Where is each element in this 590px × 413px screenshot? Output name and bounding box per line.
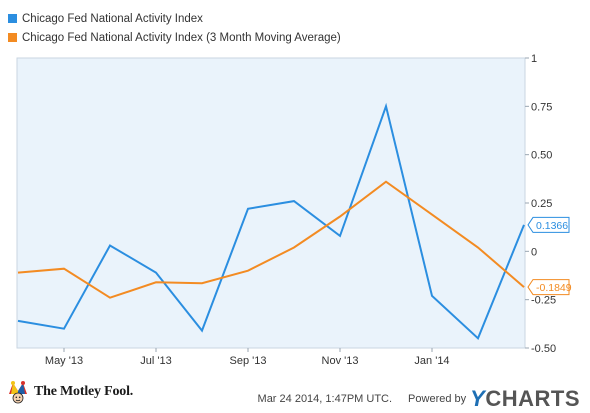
last-value-label: -0.1849 [536,282,572,294]
data-point-series-2 [477,246,479,248]
ycharts-logo-y: Y [470,386,486,411]
data-point-series-2 [293,246,295,248]
data-point-series-1 [17,320,19,322]
data-point-series-2 [109,297,111,299]
data-point-series-2 [339,215,341,217]
last-value-label: 0.1366 [536,220,568,232]
powered-by-label: Powered by [408,393,467,405]
data-point-series-2 [247,269,249,271]
jester-hat-icon [7,380,29,404]
footer: The Motley Fool. Mar 24 2014, 1:47PM UTC… [0,376,590,413]
data-point-series-1 [109,244,111,246]
y-tick-label: 0 [531,246,537,258]
y-tick-label: 0.25 [531,198,552,210]
y-tick-label: 0.50 [531,150,552,162]
timestamp: Mar 24 2014, 1:47PM UTC. [257,393,393,405]
data-point-series-1 [247,208,249,210]
x-tick-label: May '13 [45,355,83,367]
y-tick-label: 1 [531,53,537,65]
ycharts-logo: Y CHARTS [470,386,580,412]
data-point-series-2 [201,282,203,284]
chart-container: Chicago Fed National Activity Index Chic… [0,0,590,413]
data-point-series-2 [155,281,157,283]
data-point-series-1 [523,224,525,226]
data-point-series-1 [155,271,157,273]
data-point-series-1 [293,200,295,202]
data-point-series-2 [523,286,525,288]
data-point-series-1 [477,337,479,339]
ycharts-logo-text: CHARTS [485,386,580,411]
x-tick-label: Jan '14 [414,355,449,367]
motley-fool-wordmark: The Motley Fool. [34,384,134,399]
x-tick-label: Sep '13 [230,355,267,367]
y-tick-label: 0.75 [531,101,552,113]
data-point-series-2 [431,213,433,215]
last-value-callout-series-1: 0.1366 [527,216,570,233]
x-tick-label: Jul '13 [140,355,171,367]
y-tick-label: -0.25 [531,295,556,307]
data-point-series-2 [385,181,387,183]
data-point-series-2 [63,268,65,270]
y-tick-label: -0.50 [531,343,556,355]
data-point-series-1 [201,329,203,331]
footer-credits: Mar 24 2014, 1:47PM UTC. Powered by Y CHA… [258,386,580,412]
data-point-series-2 [17,271,19,273]
last-value-callout-series-2: -0.1849 [527,279,572,296]
x-tick-label: Nov '13 [322,355,359,367]
line-chart: May '13 Jul '13 Sep '13 Nov '13 Jan '14 1 0.75… [16,53,572,367]
motley-fool-logo: The Motley Fool. [7,380,133,404]
data-point-series-1 [339,235,341,237]
plot-area [16,57,526,349]
data-point-series-1 [63,327,65,329]
data-point-series-1 [431,295,433,297]
data-point-series-1 [385,105,387,107]
